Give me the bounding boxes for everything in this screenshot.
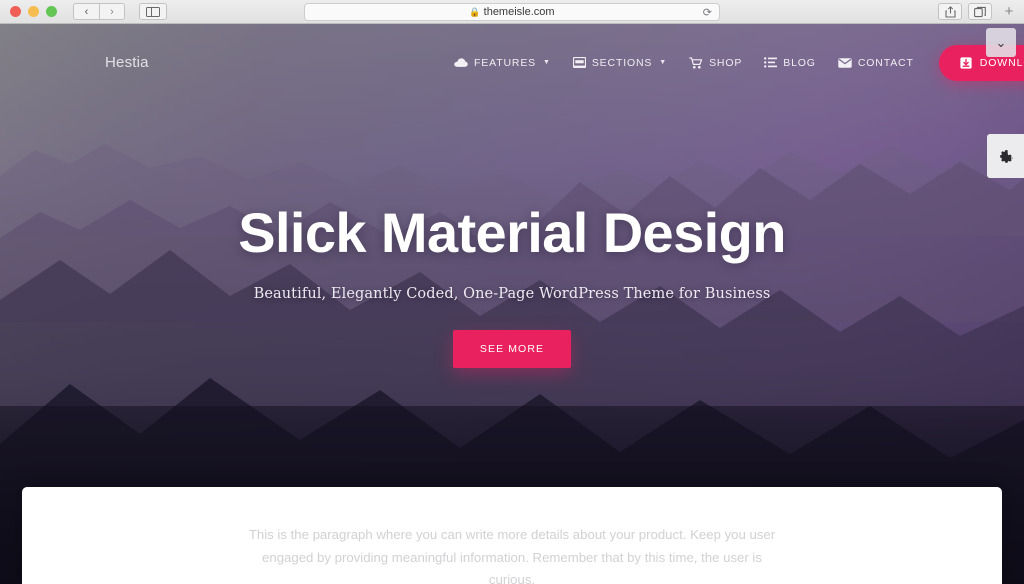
hero-subtitle: Beautiful, Elegantly Coded, One-Page Wor…	[253, 286, 771, 303]
forward-arrow-icon: ›	[110, 5, 114, 18]
forward-button[interactable]: ›	[99, 3, 125, 20]
new-tab-button[interactable]: +	[998, 1, 1020, 23]
browser-toolbar: ‹ › 🔒 themeisle.com ⟳ +	[0, 0, 1024, 24]
reload-icon[interactable]: ⟳	[703, 6, 712, 19]
hero-section: Slick Material Design Beautiful, Elegant…	[0, 24, 1024, 369]
share-icon	[944, 5, 956, 18]
toolbar-right-buttons: +	[938, 1, 1020, 23]
hero-title: Slick Material Design	[238, 201, 786, 264]
window-controls	[10, 6, 57, 17]
close-window-button[interactable]	[10, 6, 21, 17]
content-card: This is the paragraph where you can writ…	[22, 487, 1002, 584]
back-arrow-icon: ‹	[84, 5, 89, 18]
url-bar[interactable]: 🔒 themeisle.com ⟳	[304, 3, 720, 21]
share-button[interactable]	[938, 3, 962, 20]
url-text: themeisle.com	[483, 6, 555, 18]
minimize-window-button[interactable]	[28, 6, 39, 17]
navigation-buttons: ‹ ›	[73, 3, 125, 20]
zoom-window-button[interactable]	[46, 6, 57, 17]
new-tab-label: +	[1004, 3, 1014, 20]
intro-paragraph: This is the paragraph where you can writ…	[248, 527, 776, 584]
see-more-button[interactable]: SEE MORE	[452, 330, 572, 369]
sidebar-icon	[146, 6, 160, 17]
back-button[interactable]: ‹	[73, 3, 99, 20]
web-page: Hestia FEATURES ▼ SECTIONS ▼ SHOP BLOG C…	[0, 24, 1024, 584]
sidebar-toggle-button[interactable]	[139, 3, 167, 20]
lock-icon: 🔒	[469, 6, 481, 17]
tabs-icon	[974, 6, 986, 17]
show-tabs-button[interactable]	[968, 3, 992, 20]
